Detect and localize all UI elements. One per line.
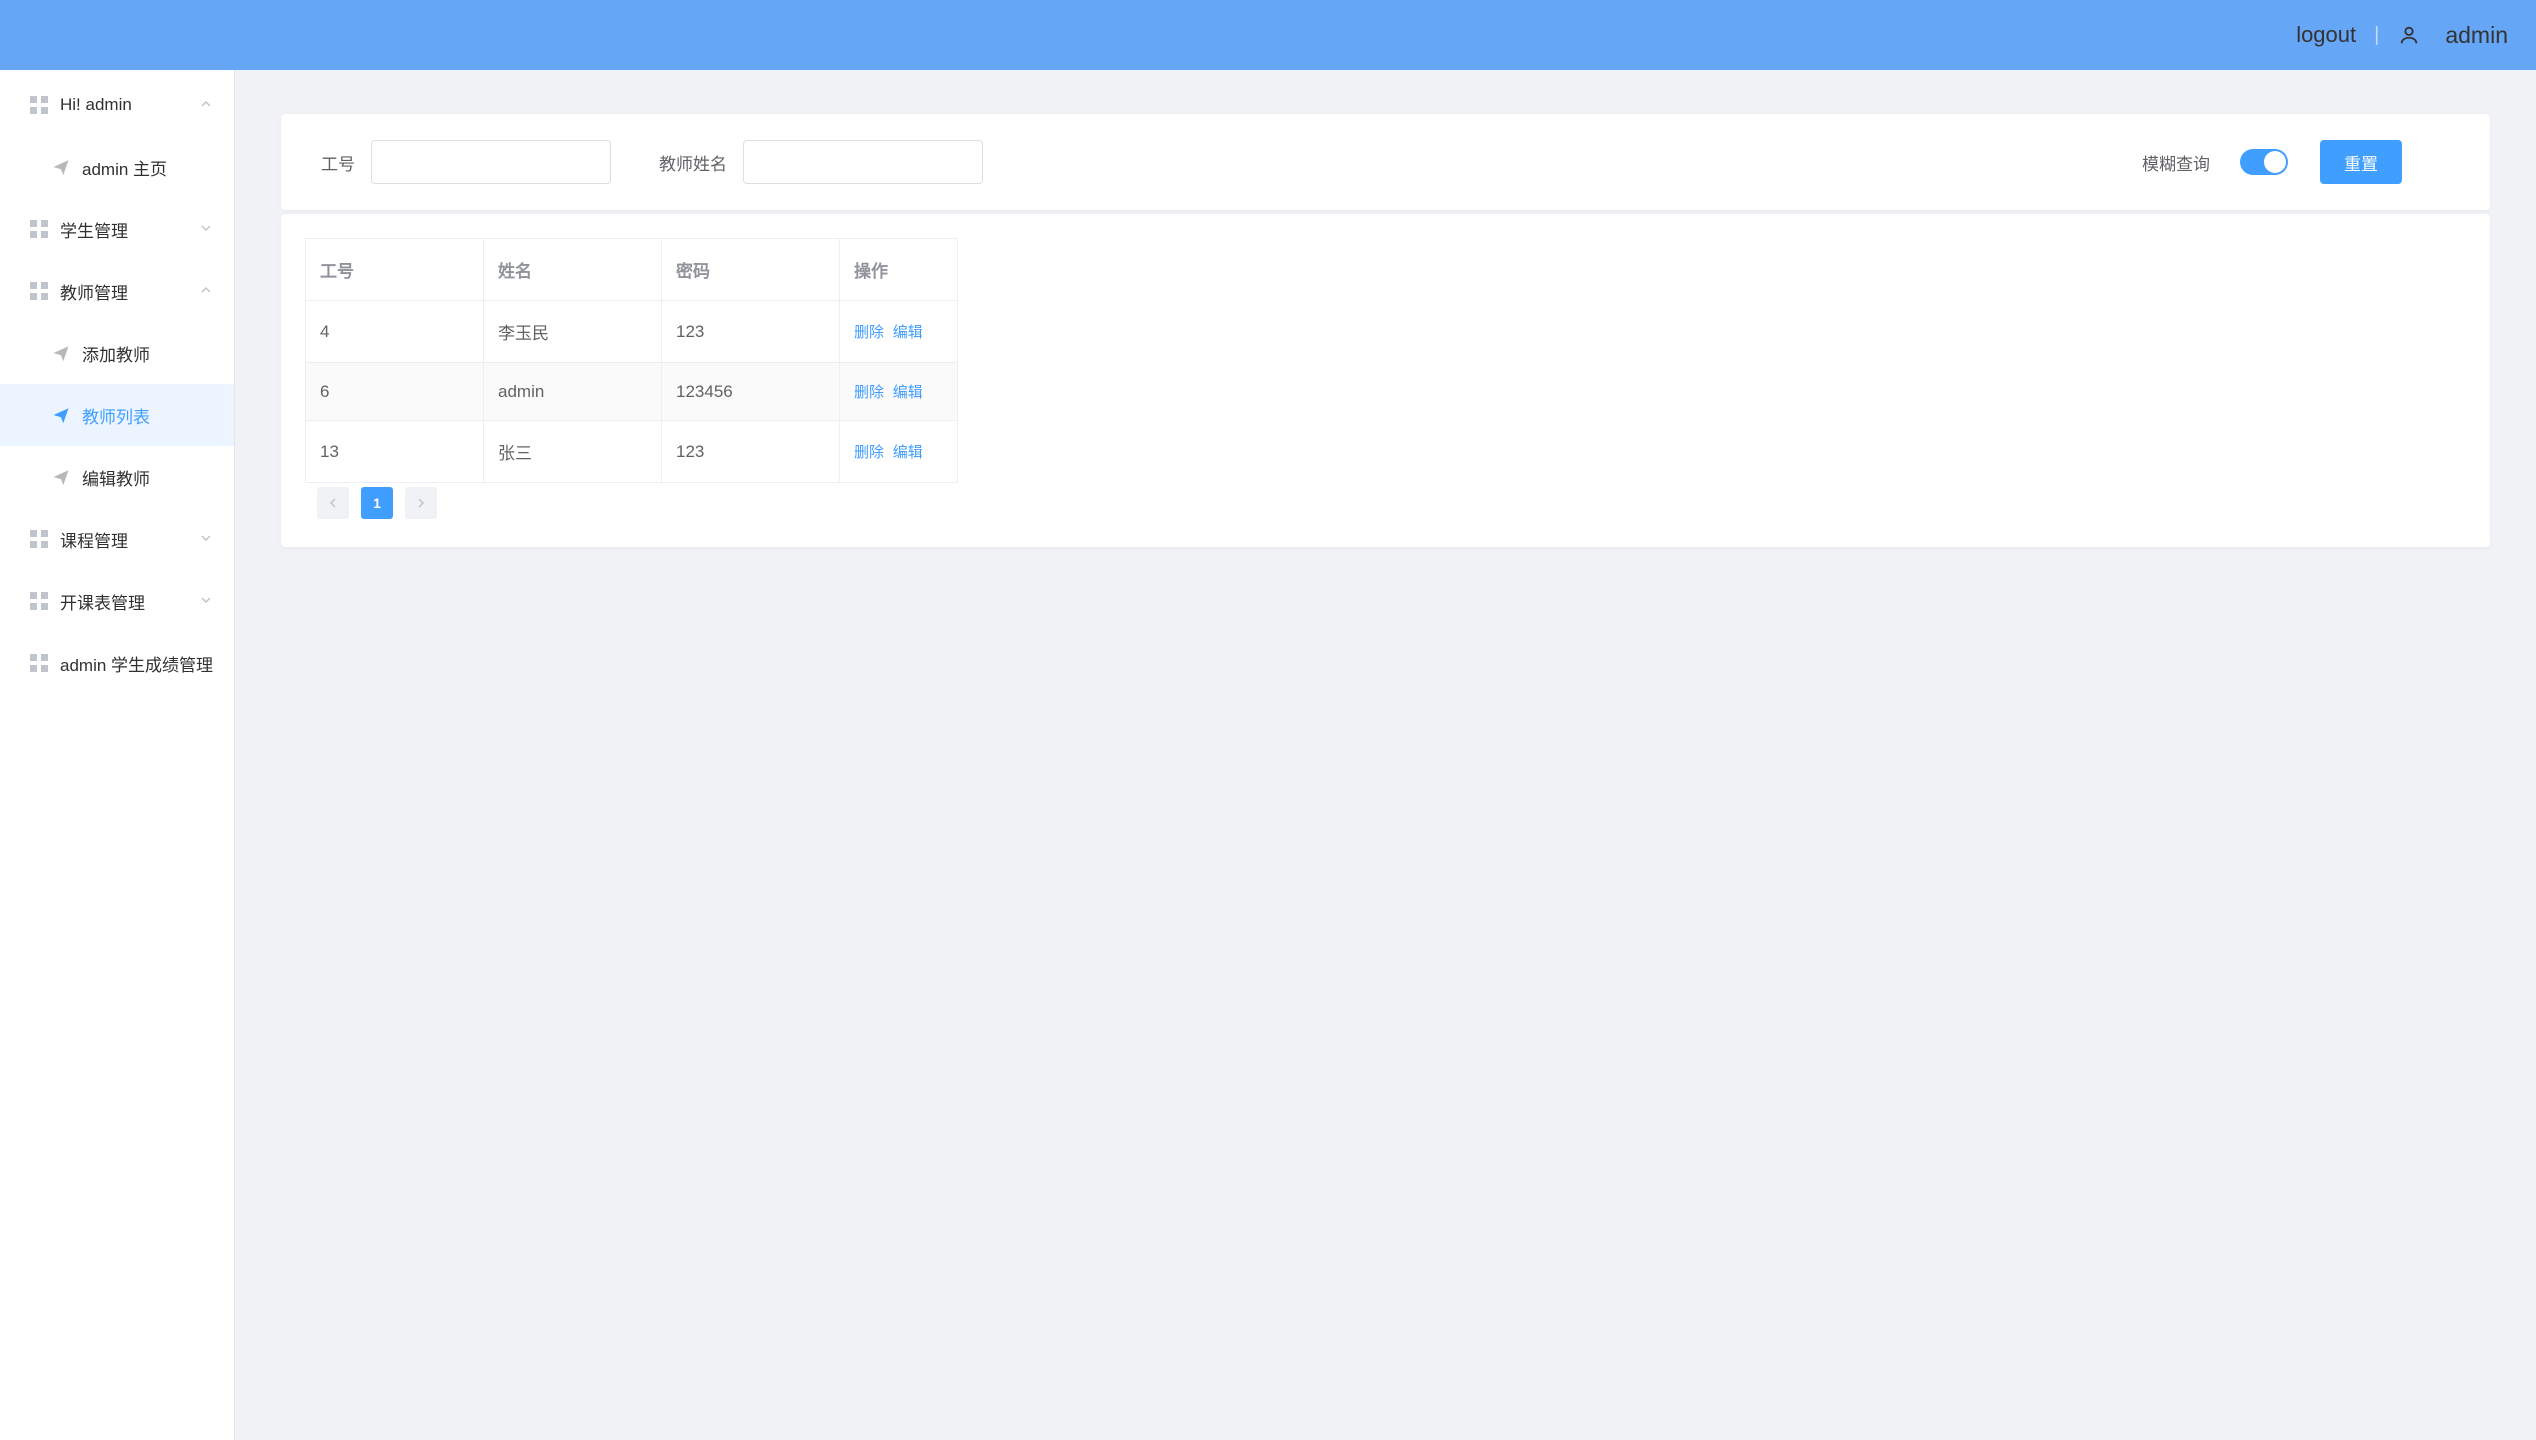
pager-next[interactable] bbox=[405, 487, 437, 519]
chevron-down-icon bbox=[200, 594, 214, 608]
sidebar-item-label: 教师列表 bbox=[82, 403, 150, 428]
table-row: 6admin123456删除 编辑 bbox=[306, 363, 958, 421]
cell-pwd: 123 bbox=[662, 301, 840, 363]
table-row: 4李玉民123删除 编辑 bbox=[306, 301, 958, 363]
col-id: 工号 bbox=[306, 239, 484, 301]
header: logout | admin bbox=[0, 0, 2536, 70]
chevron-up-icon bbox=[200, 284, 214, 298]
sidebar-item-5[interactable]: 教师列表 bbox=[0, 384, 234, 446]
cell-pwd: 123 bbox=[662, 421, 840, 483]
cell-name: 张三 bbox=[484, 421, 662, 483]
edit-link[interactable]: 编辑 bbox=[893, 444, 923, 461]
chevron-down-icon bbox=[200, 222, 214, 236]
sidebar-item-label: admin 主页 bbox=[82, 155, 167, 180]
sidebar-item-label: 添加教师 bbox=[82, 341, 150, 366]
reset-button[interactable]: 重置 bbox=[2320, 140, 2402, 184]
grid-icon bbox=[30, 654, 48, 672]
edit-link[interactable]: 编辑 bbox=[893, 384, 923, 401]
col-pwd: 密码 bbox=[662, 239, 840, 301]
pagination: 1 bbox=[305, 487, 2466, 519]
cell-name: admin bbox=[484, 363, 662, 421]
grid-icon bbox=[30, 220, 48, 238]
sidebar-item-4[interactable]: 添加教师 bbox=[0, 322, 234, 384]
filter-id-input[interactable] bbox=[371, 140, 611, 184]
pager-page-1[interactable]: 1 bbox=[361, 487, 393, 519]
header-divider: | bbox=[2374, 24, 2379, 47]
table-row: 13张三123删除 编辑 bbox=[306, 421, 958, 483]
cell-id: 13 bbox=[306, 421, 484, 483]
filter-id-label: 工号 bbox=[321, 150, 355, 175]
sidebar: Hi! admin admin 主页学生管理教师管理添加教师教师列表编辑教师课程管… bbox=[0, 70, 235, 1440]
header-username[interactable]: admin bbox=[2445, 22, 2508, 49]
sidebar-item-label: Hi! admin bbox=[60, 95, 132, 115]
cell-id: 4 bbox=[306, 301, 484, 363]
filter-name-input[interactable] bbox=[743, 140, 983, 184]
sidebar-item-3[interactable]: 教师管理 bbox=[0, 260, 234, 322]
plane-icon bbox=[52, 344, 70, 362]
cell-name: 李玉民 bbox=[484, 301, 662, 363]
filter-name-label: 教师姓名 bbox=[659, 150, 727, 175]
grid-icon bbox=[30, 592, 48, 610]
edit-link[interactable]: 编辑 bbox=[893, 324, 923, 341]
delete-link[interactable]: 删除 bbox=[854, 444, 884, 461]
cell-op: 删除 编辑 bbox=[840, 421, 958, 483]
sidebar-item-6[interactable]: 编辑教师 bbox=[0, 446, 234, 508]
delete-link[interactable]: 删除 bbox=[854, 384, 884, 401]
col-op: 操作 bbox=[840, 239, 958, 301]
sidebar-item-label: 教师管理 bbox=[60, 279, 128, 304]
table-header-row: 工号 姓名 密码 操作 bbox=[306, 239, 958, 301]
sidebar-item-9[interactable]: admin 学生成绩管理 bbox=[0, 632, 234, 694]
sidebar-item-2[interactable]: 学生管理 bbox=[0, 198, 234, 260]
chevron-up-icon bbox=[200, 98, 214, 112]
grid-icon bbox=[30, 530, 48, 548]
sidebar-item-label: 编辑教师 bbox=[82, 465, 150, 490]
sidebar-item-7[interactable]: 课程管理 bbox=[0, 508, 234, 570]
cell-op: 删除 编辑 bbox=[840, 301, 958, 363]
plane-icon bbox=[52, 406, 70, 424]
sidebar-item-1[interactable]: admin 主页 bbox=[0, 136, 234, 198]
cell-id: 6 bbox=[306, 363, 484, 421]
cell-op: 删除 编辑 bbox=[840, 363, 958, 421]
chevron-down-icon bbox=[200, 532, 214, 546]
grid-icon bbox=[30, 96, 48, 114]
pager-prev[interactable] bbox=[317, 487, 349, 519]
logout-link[interactable]: logout bbox=[2296, 22, 2356, 48]
fuzzy-label: 模糊查询 bbox=[2142, 150, 2210, 175]
grid-icon bbox=[30, 282, 48, 300]
plane-icon bbox=[52, 158, 70, 176]
fuzzy-switch[interactable] bbox=[2240, 149, 2288, 175]
table-card: 工号 姓名 密码 操作 4李玉民123删除 编辑6admin123456删除 编… bbox=[281, 214, 2490, 547]
user-icon bbox=[2397, 23, 2421, 47]
teacher-table: 工号 姓名 密码 操作 4李玉民123删除 编辑6admin123456删除 编… bbox=[305, 238, 958, 483]
sidebar-item-label: 开课表管理 bbox=[60, 589, 145, 614]
col-name: 姓名 bbox=[484, 239, 662, 301]
delete-link[interactable]: 删除 bbox=[854, 324, 884, 341]
sidebar-item-label: 学生管理 bbox=[60, 217, 128, 242]
cell-pwd: 123456 bbox=[662, 363, 840, 421]
sidebar-item-label: admin 学生成绩管理 bbox=[60, 651, 213, 676]
plane-icon bbox=[52, 468, 70, 486]
filter-bar: 工号 教师姓名 模糊查询 重置 bbox=[281, 114, 2490, 210]
sidebar-item-8[interactable]: 开课表管理 bbox=[0, 570, 234, 632]
main-content: 工号 教师姓名 模糊查询 重置 工号 姓名 密码 bbox=[235, 70, 2536, 1440]
sidebar-item-0[interactable]: Hi! admin bbox=[0, 74, 234, 136]
sidebar-item-label: 课程管理 bbox=[60, 527, 128, 552]
